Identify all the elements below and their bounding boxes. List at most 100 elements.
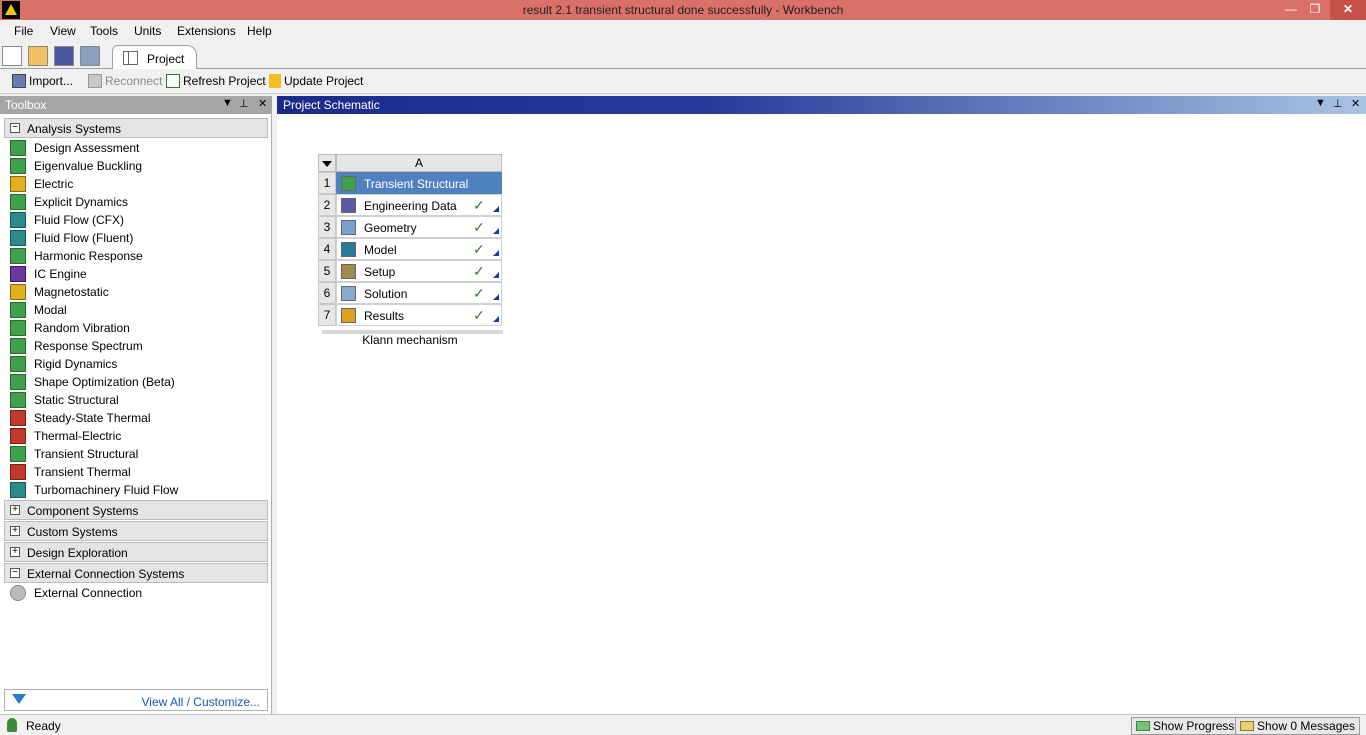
item-label: Shape Optimization (Beta): [34, 375, 175, 389]
toolbox-item[interactable]: Explicit Dynamics: [10, 193, 260, 211]
reconnect-button[interactable]: Reconnect: [88, 74, 162, 88]
fluid-flow-fluent-icon: [10, 230, 26, 246]
item-label: Explicit Dynamics: [34, 195, 129, 209]
update-project-button[interactable]: Update Project: [269, 74, 363, 88]
system-row[interactable]: 5 Setup ✓: [318, 260, 503, 282]
toolbox-item[interactable]: Static Structural: [10, 391, 260, 409]
turbomachinery-icon: [10, 482, 26, 498]
open-folder-icon[interactable]: [28, 46, 48, 66]
system-name-label[interactable]: Klann mechanism: [277, 333, 543, 347]
row-label: Engineering Data: [364, 199, 457, 213]
project-schematic-panel: Project Schematic ▼ ⊥ ✕ A 1 Transient St…: [277, 96, 1366, 714]
design-assessment-icon: [10, 140, 26, 156]
group-component-systems[interactable]: + Component Systems: [4, 500, 268, 520]
minimize-button[interactable]: —: [1280, 0, 1302, 20]
toolbox-item[interactable]: Harmonic Response: [10, 247, 260, 265]
system-row[interactable]: 2 Engineering Data ✓: [318, 194, 503, 216]
toolbox-item[interactable]: Rigid Dynamics: [10, 355, 260, 373]
expand-icon: +: [10, 526, 20, 536]
new-project-icon[interactable]: [2, 46, 22, 66]
harmonic-response-icon: [10, 248, 26, 264]
show-progress-button[interactable]: Show Progress: [1131, 717, 1240, 735]
toolbox-item[interactable]: Design Assessment: [10, 139, 260, 157]
system-row[interactable]: 1 Transient Structural: [318, 172, 503, 194]
toolbox-filter-bar: View All / Customize...: [4, 689, 268, 711]
toolbox-item[interactable]: Steady-State Thermal: [10, 409, 260, 427]
group-external-connection-systems[interactable]: − External Connection Systems: [4, 563, 268, 583]
toolbox-item[interactable]: External Connection: [10, 584, 260, 602]
schematic-dropdown-icon[interactable]: ▼: [1315, 97, 1326, 109]
response-spectrum-icon: [10, 338, 26, 354]
setup-icon: [341, 264, 356, 279]
system-row[interactable]: 3 Geometry ✓: [318, 216, 503, 238]
group-label: External Connection Systems: [27, 567, 185, 581]
progress-icon: [1136, 721, 1150, 731]
toolbox-panel: Toolbox ▼ ⊥ ✕ − Analysis Systems Design …: [0, 96, 272, 714]
toolbox-item[interactable]: Magnetostatic: [10, 283, 260, 301]
main-toolbar: Project: [0, 42, 1366, 70]
import-button[interactable]: Import...: [12, 74, 73, 88]
schematic-close-icon[interactable]: ✕: [1351, 97, 1360, 110]
update-indicator-icon: [493, 294, 499, 300]
schematic-pin-icon[interactable]: ⊥: [1333, 97, 1343, 110]
item-label: Steady-State Thermal: [34, 411, 151, 425]
toolbox-item[interactable]: Random Vibration: [10, 319, 260, 337]
system-menu-dropdown-icon[interactable]: [318, 154, 336, 172]
item-label: Eigenvalue Buckling: [34, 159, 143, 173]
group-label: Design Exploration: [27, 546, 128, 560]
toolbox-item[interactable]: Shape Optimization (Beta): [10, 373, 260, 391]
menu-help[interactable]: Help: [247, 24, 272, 38]
toolbox-dropdown-icon[interactable]: ▼: [222, 97, 233, 109]
status-icon: [7, 718, 17, 732]
item-label: Response Spectrum: [34, 339, 143, 353]
item-label: Magnetostatic: [34, 285, 109, 299]
system-row[interactable]: 7 Results ✓: [318, 304, 503, 326]
menu-units[interactable]: Units: [134, 24, 161, 38]
menu-file[interactable]: File: [14, 24, 33, 38]
update-indicator-icon: [493, 228, 499, 234]
save-icon[interactable]: [54, 46, 74, 66]
group-analysis-systems[interactable]: − Analysis Systems: [4, 118, 268, 138]
menu-extensions[interactable]: Extensions: [177, 24, 236, 38]
toolbox-item[interactable]: IC Engine: [10, 265, 260, 283]
system-row[interactable]: 4 Model ✓: [318, 238, 503, 260]
toolbox-item[interactable]: Eigenvalue Buckling: [10, 157, 260, 175]
group-custom-systems[interactable]: + Custom Systems: [4, 521, 268, 541]
toolbox-item[interactable]: Transient Thermal: [10, 463, 260, 481]
system-row[interactable]: 6 Solution ✓: [318, 282, 503, 304]
toolbox-item[interactable]: Thermal-Electric: [10, 427, 260, 445]
close-button[interactable]: ✕: [1330, 0, 1366, 20]
toolbox-item[interactable]: Fluid Flow (Fluent): [10, 229, 260, 247]
save-as-icon[interactable]: [80, 46, 100, 66]
toolbox-item[interactable]: Modal: [10, 301, 260, 319]
show-messages-button[interactable]: Show 0 Messages: [1235, 717, 1361, 735]
magnetostatic-icon: [10, 284, 26, 300]
menu-tools[interactable]: Tools: [90, 24, 118, 38]
item-label: Electric: [34, 177, 74, 191]
system-column-header: A: [336, 154, 502, 172]
toolbox-pin-icon[interactable]: ⊥: [239, 97, 249, 110]
toolbox-item[interactable]: Fluid Flow (CFX): [10, 211, 260, 229]
toolbox-item[interactable]: Response Spectrum: [10, 337, 260, 355]
status-check-icon: ✓: [473, 219, 485, 235]
refresh-project-button[interactable]: Refresh Project: [166, 74, 266, 88]
electric-icon: [10, 176, 26, 192]
project-tab-icon: [123, 51, 138, 65]
refresh-label: Refresh Project: [183, 74, 266, 88]
update-indicator-icon: [493, 250, 499, 256]
filter-icon[interactable]: [12, 694, 26, 704]
tab-project[interactable]: Project: [112, 45, 197, 70]
toolbox-item[interactable]: Transient Structural: [10, 445, 260, 463]
row-number: 4: [318, 238, 336, 260]
maximize-button[interactable]: ❐: [1304, 0, 1326, 20]
view-all-customize-link[interactable]: View All / Customize...: [142, 695, 261, 709]
row-label: Solution: [364, 287, 408, 301]
menu-view[interactable]: View: [50, 24, 76, 38]
toolbox-item[interactable]: Electric: [10, 175, 260, 193]
toolbox-item[interactable]: Turbomachinery Fluid Flow: [10, 481, 260, 499]
transient-structural-icon: [10, 446, 26, 462]
modal-icon: [10, 302, 26, 318]
group-design-exploration[interactable]: + Design Exploration: [4, 542, 268, 562]
toolbox-close-icon[interactable]: ✕: [258, 97, 267, 110]
static-structural-icon: [10, 392, 26, 408]
